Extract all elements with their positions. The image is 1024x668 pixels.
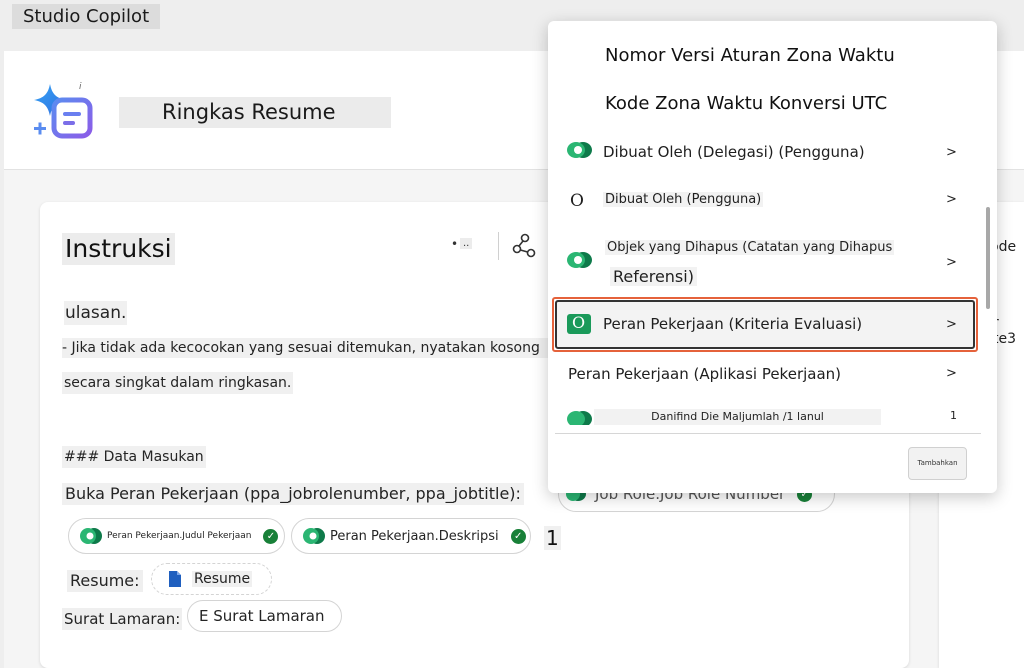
dataverse-icon: [567, 142, 592, 158]
instructions-heading: Instruksi: [62, 233, 175, 265]
dataverse-icon: [567, 252, 592, 268]
file-icon: [169, 571, 181, 587]
side-panel-text: r te3: [993, 315, 1017, 347]
chip-label: Resume: [192, 571, 253, 587]
letter-o-icon: O: [570, 191, 584, 211]
dataverse-icon: [303, 528, 325, 544]
dropdown-item-label[interactable]: Danifind Die Maljumlah /1 lanul: [594, 409, 881, 425]
resume-label: Resume:: [67, 570, 143, 592]
add-button[interactable]: Tambahkan: [908, 447, 967, 480]
agent-icon: [34, 84, 93, 139]
instruction-line: ulasan.: [64, 301, 128, 325]
info-icon[interactable]: i: [79, 82, 82, 92]
cover-letter-label: Surat Lamaran:: [62, 608, 183, 630]
chip-label: Peran Pekerjaan.Deskripsi: [330, 528, 499, 544]
dropdown-item-label[interactable]: Objek yang Dihapus (Catatan yang Dihapus: [605, 240, 895, 255]
dropdown-item-label-continued[interactable]: Referensi): [610, 267, 697, 286]
dropdown-field-item[interactable]: Kode Zona Waktu Konversi UTC: [605, 93, 887, 114]
instruction-line: secara singkat dalam ringkasan.: [62, 372, 294, 394]
job-description-chip[interactable]: Peran Pekerjaan.Deskripsi ✓: [291, 518, 531, 554]
chip-label: Peran Pekerjaan.Judul Pekerjaan: [107, 531, 252, 541]
chevron-right-icon[interactable]: >: [946, 145, 957, 160]
cover-letter-chip[interactable]: E Surat Lamaran: [187, 600, 342, 632]
dropdown-scrollbar[interactable]: [986, 207, 990, 309]
instruction-line: ### Data Masukan: [62, 446, 206, 468]
resume-chip[interactable]: Resume: [151, 563, 272, 595]
instruction-line: Buka Peran Pekerjaan (ppa_jobrolenumber,…: [62, 483, 524, 505]
dropdown-item-label[interactable]: Dibuat Oleh (Delegasi) (Pengguna): [603, 143, 865, 161]
dataverse-icon: [567, 411, 592, 425]
toolbar-dot: •: [451, 237, 459, 251]
dropdown-item-label[interactable]: Peran Pekerjaan (Kriteria Evaluasi): [603, 315, 862, 333]
chevron-right-icon[interactable]: >: [946, 366, 957, 381]
item-count: 1: [950, 409, 957, 422]
dropdown-item-label[interactable]: Dibuat Oleh (Pengguna): [603, 192, 764, 207]
instruction-line: - Jika tidak ada kecocokan yang sesuai d…: [62, 338, 554, 358]
chevron-right-icon[interactable]: >: [946, 255, 957, 270]
chip-label: E Surat Lamaran: [199, 607, 325, 625]
chevron-right-icon[interactable]: >: [946, 192, 957, 207]
connections-icon[interactable]: [511, 232, 537, 260]
job-title-chip[interactable]: Peran Pekerjaan.Judul Pekerjaan ✓: [68, 518, 285, 554]
letter-o-icon: O: [572, 313, 586, 332]
dropdown-divider: [555, 433, 981, 434]
check-icon: ✓: [510, 528, 526, 544]
toolbar-divider: [498, 232, 499, 260]
agent-name-field[interactable]: Ringkas Resume: [119, 97, 391, 128]
app-title: Studio Copilot: [12, 4, 161, 29]
chevron-right-icon[interactable]: >: [946, 317, 957, 332]
more-options-button[interactable]: ..: [460, 238, 473, 249]
dataverse-icon: [80, 528, 102, 544]
dropdown-item-label[interactable]: Peran Pekerjaan (Aplikasi Pekerjaan): [568, 365, 841, 383]
count-text: 1: [544, 526, 561, 550]
check-icon: ✓: [263, 528, 279, 544]
dropdown-field-item[interactable]: Nomor Versi Aturan Zona Waktu: [605, 45, 895, 66]
